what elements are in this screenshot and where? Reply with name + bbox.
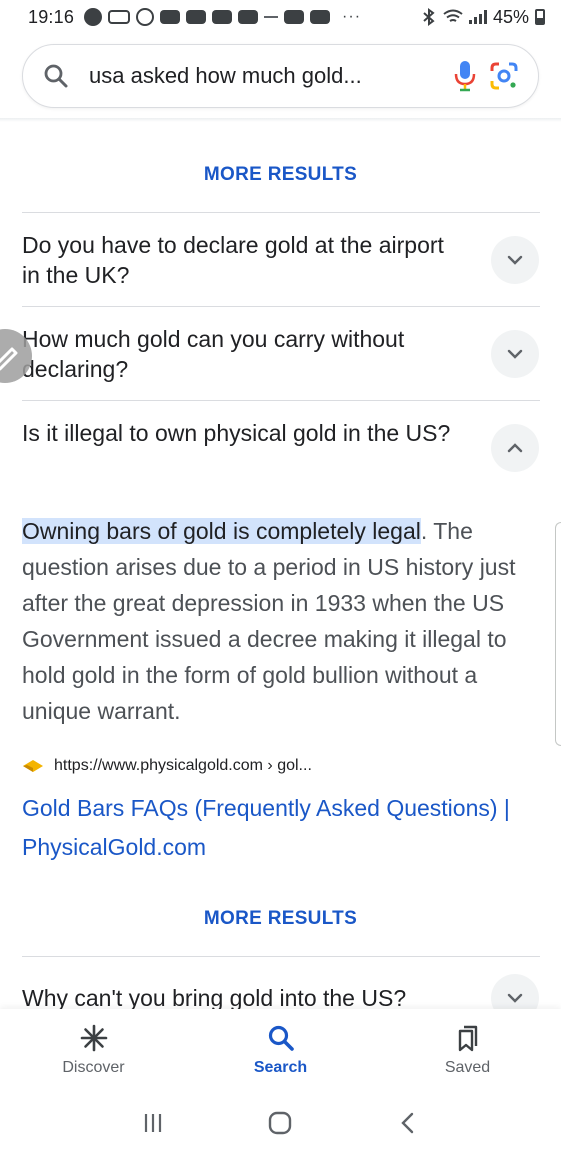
status-bar: 19:16 ··· 45% bbox=[0, 0, 561, 34]
nav-discover[interactable]: Discover bbox=[0, 1009, 187, 1093]
question-1[interactable]: Do you have to declare gold at the airpo… bbox=[22, 230, 462, 290]
source-url[interactable]: https://www.physicalgold.com › gol... bbox=[54, 757, 312, 775]
expand-question-2-button[interactable] bbox=[491, 330, 539, 378]
more-results-button[interactable]: MORE RESULTS bbox=[0, 908, 561, 930]
youtube-icon bbox=[160, 10, 181, 24]
youtube-icon bbox=[284, 10, 305, 24]
source-row[interactable]: https://www.physicalgold.com › gol... bbox=[22, 757, 312, 775]
search-icon bbox=[268, 1025, 294, 1051]
youtube-icon bbox=[238, 10, 259, 24]
search-icon bbox=[44, 64, 68, 88]
youtube-icon bbox=[186, 10, 207, 24]
search-bar[interactable]: usa asked how much gold... bbox=[22, 44, 539, 108]
chevron-down-icon bbox=[507, 993, 523, 1003]
recent-apps-icon[interactable] bbox=[141, 1111, 165, 1135]
microphone-icon bbox=[454, 61, 476, 92]
question-2[interactable]: How much gold can you carry without decl… bbox=[22, 324, 462, 384]
nav-saved-label: Saved bbox=[444, 1059, 491, 1076]
dash-icon bbox=[264, 16, 279, 18]
cast-icon bbox=[108, 10, 131, 24]
divider bbox=[22, 956, 540, 957]
physicalgold-favicon-icon bbox=[23, 760, 43, 772]
notification-icons: ··· bbox=[84, 8, 361, 26]
more-results-button[interactable]: MORE RESULTS bbox=[0, 164, 561, 186]
chevron-up-icon bbox=[507, 443, 523, 453]
chevron-down-icon bbox=[507, 255, 523, 265]
discover-asterisk-icon bbox=[80, 1024, 107, 1052]
nav-search[interactable]: Search bbox=[187, 1009, 374, 1093]
divider bbox=[22, 306, 540, 307]
youtube-icon bbox=[310, 10, 331, 24]
nav-saved[interactable]: Saved bbox=[374, 1009, 561, 1093]
chevron-down-icon bbox=[507, 349, 523, 359]
signal-icon bbox=[468, 10, 487, 24]
answer-text: . The question arises due to a period in… bbox=[22, 518, 516, 724]
status-time: 19:16 bbox=[28, 6, 75, 27]
pencil-icon bbox=[0, 347, 18, 371]
messenger-icon bbox=[136, 8, 155, 26]
battery-icon bbox=[535, 9, 545, 25]
more-notifications-icon: ··· bbox=[342, 8, 362, 25]
youtube-icon bbox=[212, 10, 233, 24]
question-3[interactable]: Is it illegal to own physical gold in th… bbox=[22, 418, 462, 448]
back-icon[interactable] bbox=[396, 1111, 420, 1135]
voice-search-button[interactable] bbox=[454, 60, 476, 92]
lens-icon bbox=[490, 62, 518, 90]
home-icon[interactable] bbox=[267, 1110, 293, 1136]
header-shadow bbox=[0, 118, 561, 122]
answer-snippet: Owning bars of gold is completely legal.… bbox=[22, 513, 544, 729]
scroll-handle[interactable] bbox=[555, 522, 561, 746]
saved-bookmarks-icon bbox=[458, 1025, 477, 1052]
nav-search-label: Search bbox=[253, 1059, 308, 1076]
battery-percent: 45% bbox=[492, 6, 529, 27]
result-title-link[interactable]: Gold Bars FAQs (Frequently Asked Questio… bbox=[22, 789, 544, 867]
line-app-icon bbox=[84, 8, 103, 26]
bluetooth-icon bbox=[423, 8, 435, 26]
answer-highlight: Owning bars of gold is completely legal bbox=[22, 518, 421, 544]
divider bbox=[22, 212, 540, 213]
divider bbox=[22, 400, 540, 401]
bottom-navigation: Discover Search Saved bbox=[0, 1009, 561, 1093]
google-lens-button[interactable] bbox=[490, 62, 518, 90]
nav-discover-label: Discover bbox=[62, 1059, 125, 1076]
collapse-question-3-button[interactable] bbox=[491, 424, 539, 472]
system-navigation-bar bbox=[0, 1093, 561, 1152]
system-status: 45% bbox=[421, 7, 545, 28]
wifi-icon bbox=[443, 9, 463, 22]
expand-question-1-button[interactable] bbox=[491, 236, 539, 284]
search-input[interactable]: usa asked how much gold... bbox=[89, 63, 440, 89]
